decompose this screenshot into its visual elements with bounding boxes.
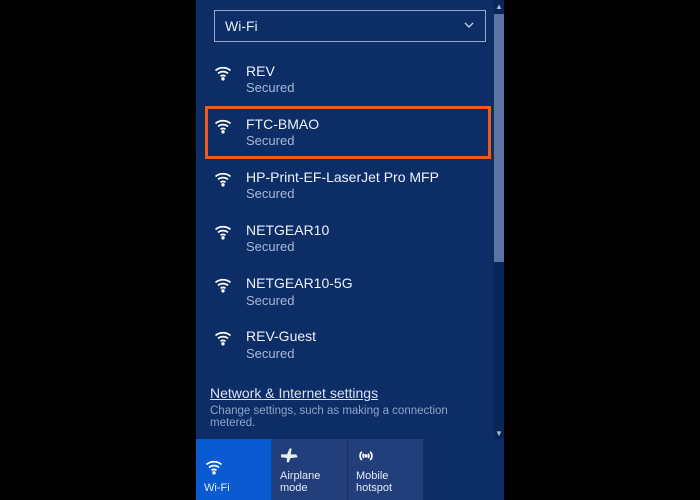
network-list: REVSecuredFTC-BMAOSecuredHP-Print-EF-Las… bbox=[196, 42, 504, 379]
tile-hotspot-label: Mobile hotspot bbox=[356, 470, 415, 495]
tile-airplane-label: Airplane mode bbox=[280, 470, 339, 495]
network-item[interactable]: REVSecured bbox=[206, 54, 490, 105]
network-settings-subtext: Change settings, such as making a connec… bbox=[210, 405, 490, 429]
wifi-icon bbox=[212, 274, 234, 296]
scrollbar-arrow-up[interactable]: ▲ bbox=[494, 0, 504, 12]
network-ssid: NETGEAR10-5G bbox=[246, 274, 353, 292]
network-security: Secured bbox=[246, 133, 319, 150]
network-item[interactable]: REV-GuestSecured bbox=[206, 319, 490, 370]
network-settings-link[interactable]: Network & Internet settings bbox=[210, 385, 378, 401]
network-ssid: HP-Print-EF-LaserJet Pro MFP bbox=[246, 168, 439, 186]
network-item[interactable]: NETGEAR10-5GSecured bbox=[206, 266, 490, 317]
airplane-icon bbox=[280, 445, 339, 466]
chevron-down-icon bbox=[463, 18, 475, 34]
network-item[interactable]: HP-Print-EF-LaserJet Pro MFPSecured bbox=[206, 160, 490, 211]
network-item[interactable]: NETGEAR10Secured bbox=[206, 213, 490, 264]
wifi-icon bbox=[212, 62, 234, 84]
network-security: Secured bbox=[246, 346, 316, 363]
wifi-icon bbox=[212, 327, 234, 349]
network-security: Secured bbox=[246, 186, 439, 203]
tile-wifi-label: Wi-Fi bbox=[204, 482, 263, 495]
wifi-icon bbox=[212, 168, 234, 190]
network-ssid: NETGEAR10 bbox=[246, 221, 329, 239]
adapter-selector[interactable]: Wi-Fi bbox=[214, 10, 486, 42]
network-flyout: ▲ ▼ Wi-Fi REVSecuredFTC-BMAOSecuredHP-Pr… bbox=[196, 0, 504, 500]
scrollbar-arrow-down[interactable]: ▼ bbox=[494, 427, 504, 439]
network-security: Secured bbox=[246, 80, 294, 97]
tile-airplane[interactable]: Airplane mode bbox=[272, 439, 348, 500]
adapter-selector-label: Wi-Fi bbox=[225, 18, 258, 34]
wifi-icon bbox=[212, 115, 234, 137]
wifi-icon bbox=[212, 221, 234, 243]
tile-hotspot[interactable]: Mobile hotspot bbox=[348, 439, 424, 500]
scrollbar-thumb[interactable] bbox=[494, 14, 504, 262]
network-security: Secured bbox=[246, 239, 329, 256]
network-ssid: REV-Guest bbox=[246, 327, 316, 345]
network-ssid: FTC-BMAO bbox=[246, 115, 319, 133]
quick-action-tiles: Wi-Fi Airplane mode Mobile hotspot bbox=[196, 439, 504, 500]
network-item[interactable]: FTC-BMAOSecured bbox=[206, 107, 490, 158]
tile-wifi[interactable]: Wi-Fi bbox=[196, 439, 272, 500]
network-ssid: REV bbox=[246, 62, 294, 80]
network-security: Secured bbox=[246, 293, 353, 310]
hotspot-icon bbox=[356, 445, 415, 466]
wifi-icon bbox=[204, 456, 263, 478]
